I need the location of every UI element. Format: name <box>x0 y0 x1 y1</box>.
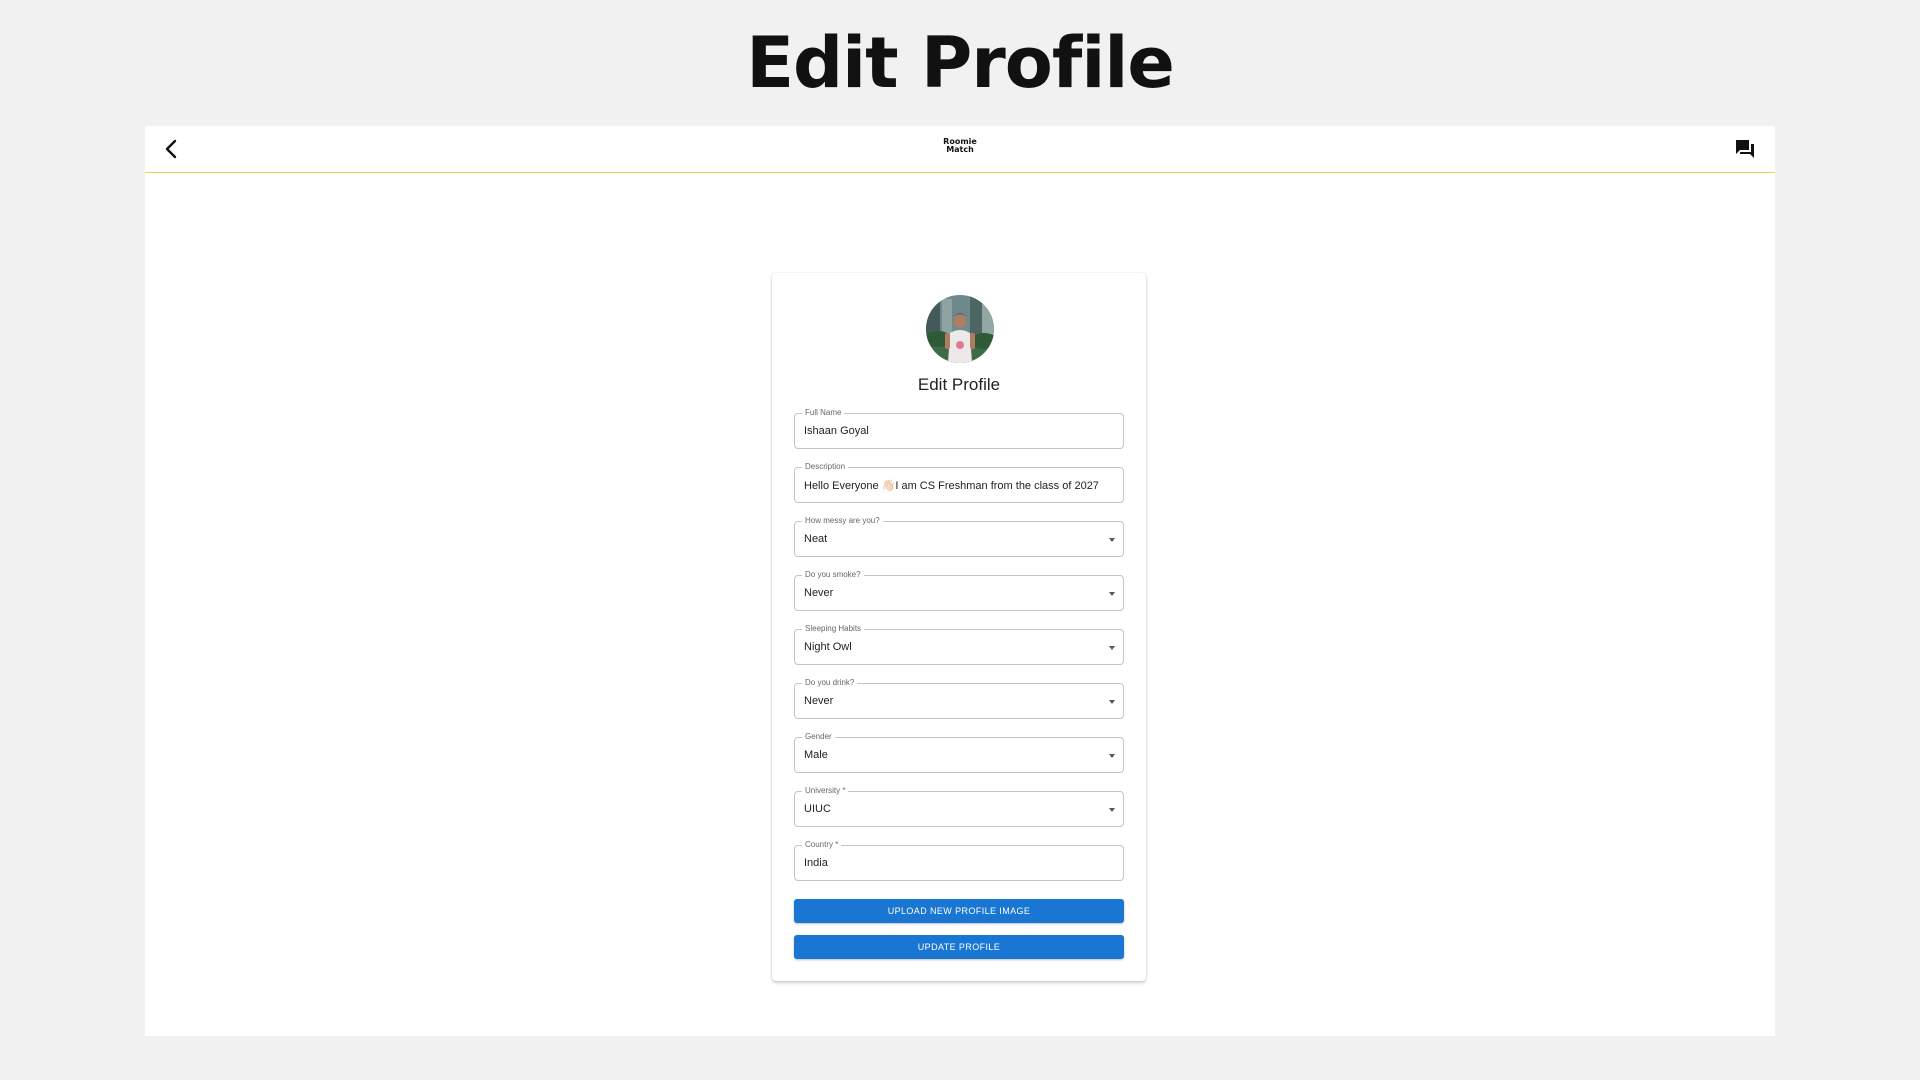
field-label: Sleeping Habits <box>802 623 865 635</box>
field-label: Description <box>802 461 849 473</box>
field-label: Full Name <box>802 407 845 419</box>
caret-down-icon <box>1109 538 1115 542</box>
field-value: Neat <box>804 533 828 545</box>
caret-down-icon <box>1109 592 1115 596</box>
full-name-field[interactable]: Full Name Ishaan Goyal <box>794 407 1124 449</box>
drink-select[interactable]: Do you drink? Never <box>794 677 1124 719</box>
caret-down-icon <box>1109 700 1115 704</box>
field-label: How messy are you? <box>802 515 883 527</box>
caret-down-icon <box>1109 646 1115 650</box>
country-field[interactable]: Country * India <box>794 839 1124 881</box>
field-value: UIUC <box>804 803 831 815</box>
field-label: Do you smoke? <box>802 569 864 581</box>
field-value: Ishaan Goyal <box>804 425 869 437</box>
update-profile-button[interactable]: UPDATE PROFILE <box>794 935 1124 959</box>
app-window: Roomie Match Edit Profile Full Name Isha… <box>145 126 1775 1036</box>
app-logo[interactable]: Roomie Match <box>145 138 1775 154</box>
messiness-select[interactable]: How messy are you? Neat <box>794 515 1124 557</box>
field-label: Do you drink? <box>802 677 858 689</box>
avatar[interactable] <box>926 295 994 363</box>
upload-profile-image-button[interactable]: UPLOAD NEW PROFILE IMAGE <box>794 899 1124 923</box>
field-value: India <box>804 857 828 869</box>
field-label: Country * <box>802 839 842 851</box>
edit-profile-card: Edit Profile Full Name Ishaan Goyal Desc… <box>772 273 1146 981</box>
profile-photo <box>926 295 994 363</box>
field-value: Male <box>804 749 828 761</box>
field-value: Never <box>804 587 834 599</box>
card-title: Edit Profile <box>917 375 1001 394</box>
field-label: Gender <box>802 731 835 743</box>
forum-icon <box>1736 140 1754 158</box>
field-label: University * <box>802 785 849 797</box>
gender-select[interactable]: Gender Male <box>794 731 1124 773</box>
slide-title: Edit Profile <box>746 22 1175 104</box>
chat-button[interactable] <box>1733 137 1757 161</box>
field-value: Night Owl <box>804 641 852 653</box>
app-header: Roomie Match <box>145 126 1775 173</box>
smoke-select[interactable]: Do you smoke? Never <box>794 569 1124 611</box>
logo-line-2: Match <box>946 145 974 154</box>
sleeping-habits-select[interactable]: Sleeping Habits Night Owl <box>794 623 1124 665</box>
field-value: Never <box>804 695 834 707</box>
field-value: Hello Everyone 👋🏻I am CS Freshman from t… <box>804 480 1099 492</box>
description-field[interactable]: Description Hello Everyone 👋🏻I am CS Fre… <box>794 461 1124 503</box>
university-select[interactable]: University * UIUC <box>794 785 1124 827</box>
caret-down-icon <box>1109 754 1115 758</box>
caret-down-icon <box>1109 808 1115 812</box>
